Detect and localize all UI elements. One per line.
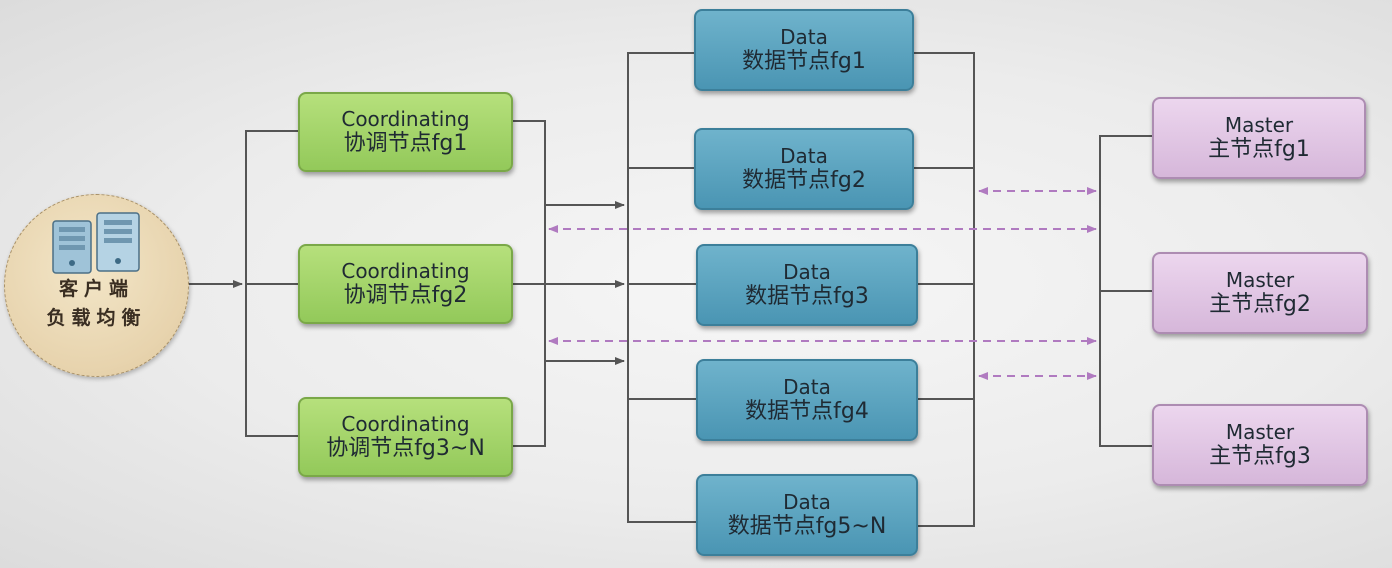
node-label: 数据节点fg1 [742,48,866,74]
node-label: 协调节点fg1 [343,130,468,156]
node-label: 数据节点fg2 [742,167,866,193]
node-title: Coordinating [341,106,470,131]
node-label: 数据节点fg3 [745,283,869,309]
data-node-fg4: Data 数据节点fg4 [696,359,918,441]
node-title: Coordinating [341,411,470,436]
node-title: Coordinating [341,258,470,283]
node-label: 协调节点fg3~N [326,435,485,461]
node-title: Data [780,24,828,49]
node-label: 数据节点fg4 [745,398,869,424]
node-label: 主节点fg1 [1208,136,1310,162]
coordinating-node-fg2: Coordinating 协调节点fg2 [298,244,513,324]
coordinating-node-fg1: Coordinating 协调节点fg1 [298,92,513,172]
server-icon [51,212,140,274]
data-node-fg1: Data 数据节点fg1 [694,9,914,91]
client-label-line2: 负载均衡 [46,306,147,329]
data-node-fg5-n: Data 数据节点fg5~N [696,474,918,556]
data-node-fg3: Data 数据节点fg3 [696,244,918,326]
node-label: 主节点fg3 [1209,443,1311,469]
node-title: Data [783,489,831,514]
node-label: 数据节点fg5~N [727,513,887,539]
data-node-fg2: Data 数据节点fg2 [694,128,914,210]
node-title: Master [1224,112,1294,137]
coordinating-node-fg3-n: Coordinating 协调节点fg3~N [298,397,513,477]
node-label: 协调节点fg2 [343,282,468,308]
master-node-fg1: Master 主节点fg1 [1152,97,1366,179]
node-title: Master [1225,419,1295,444]
master-node-fg3: Master 主节点fg3 [1152,404,1368,486]
node-label: 主节点fg2 [1209,291,1311,317]
client-load-balancer: 客户端 负载均衡 [4,194,189,377]
master-node-fg2: Master 主节点fg2 [1152,252,1368,334]
node-title: Data [780,143,828,168]
node-title: Data [783,259,831,284]
node-title: Data [783,374,831,399]
client-label-line1: 客户端 [58,278,134,300]
node-title: Master [1225,267,1295,292]
